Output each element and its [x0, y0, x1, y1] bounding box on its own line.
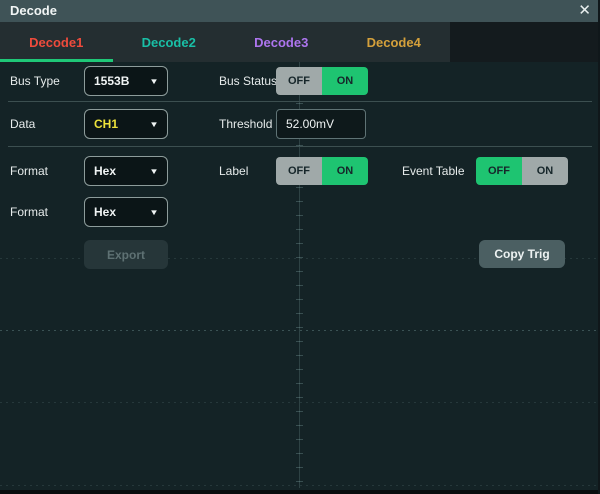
tab-decode4[interactable]: Decode4: [338, 22, 451, 62]
dialog-title: Decode: [10, 0, 57, 22]
data-source-dropdown[interactable]: CH1 ▼: [84, 109, 168, 139]
graticule-horizontal-line: [0, 402, 600, 403]
label-toggle-label: Label: [219, 164, 248, 178]
event-table-label: Event Table: [402, 164, 465, 178]
threshold-label: Threshold: [219, 117, 272, 131]
chevron-down-icon: ▼: [149, 77, 159, 86]
export-button[interactable]: Export: [84, 240, 168, 269]
bottom-strip: [0, 490, 600, 494]
bus-status-toggle[interactable]: OFF ON: [276, 67, 368, 95]
data-source-label: Data: [10, 117, 35, 131]
label-toggle-off[interactable]: OFF: [276, 157, 322, 185]
event-table-on[interactable]: ON: [522, 157, 568, 185]
tab-decode2-label: Decode2: [142, 35, 196, 50]
decode-dialog: Decode ✕ Decode1 Decode2 Decode3 Decode4…: [0, 0, 600, 494]
close-icon[interactable]: ✕: [578, 0, 591, 22]
tab-group: Decode1 Decode2 Decode3 Decode4: [0, 22, 450, 62]
chevron-down-icon: ▼: [149, 120, 159, 129]
label-toggle[interactable]: OFF ON: [276, 157, 368, 185]
title-bar: Decode ✕: [0, 0, 600, 22]
chevron-down-icon: ▼: [149, 167, 159, 176]
bus-type-label: Bus Type: [10, 74, 60, 88]
bus-type-dropdown[interactable]: 1553B ▼: [84, 66, 168, 96]
tab-decode1-label: Decode1: [29, 35, 83, 50]
data-source-value: CH1: [94, 117, 118, 131]
bus-status-off[interactable]: OFF: [276, 67, 322, 95]
tab-strip: Decode1 Decode2 Decode3 Decode4: [0, 22, 600, 62]
event-table-toggle[interactable]: OFF ON: [476, 157, 568, 185]
threshold-input[interactable]: 52.00mV: [276, 109, 366, 139]
bus-type-value: 1553B: [94, 74, 129, 88]
format-trigger-label: Format: [10, 205, 48, 219]
separator: [8, 101, 592, 102]
graticule-horizontal-line: [0, 485, 600, 486]
label-toggle-on[interactable]: ON: [322, 157, 368, 185]
format-trigger-dropdown[interactable]: Hex ▼: [84, 197, 168, 227]
tab-decode1[interactable]: Decode1: [0, 22, 113, 62]
tab-decode3-label: Decode3: [254, 35, 308, 50]
bus-status-label: Bus Status: [219, 74, 277, 88]
threshold-value: 52.00mV: [286, 117, 334, 131]
tab-decode4-label: Decode4: [367, 35, 421, 50]
separator: [8, 146, 592, 147]
event-table-off[interactable]: OFF: [476, 157, 522, 185]
copy-trig-button[interactable]: Copy Trig: [479, 240, 565, 268]
format-trigger-value: Hex: [94, 205, 116, 219]
bus-status-on[interactable]: ON: [322, 67, 368, 95]
format-display-dropdown[interactable]: Hex ▼: [84, 156, 168, 186]
graticule-horizontal-line: [0, 330, 600, 331]
format-display-label: Format: [10, 164, 48, 178]
tab-decode2[interactable]: Decode2: [113, 22, 226, 62]
format-display-value: Hex: [94, 164, 116, 178]
tab-decode3[interactable]: Decode3: [225, 22, 338, 62]
chevron-down-icon: ▼: [149, 208, 159, 217]
